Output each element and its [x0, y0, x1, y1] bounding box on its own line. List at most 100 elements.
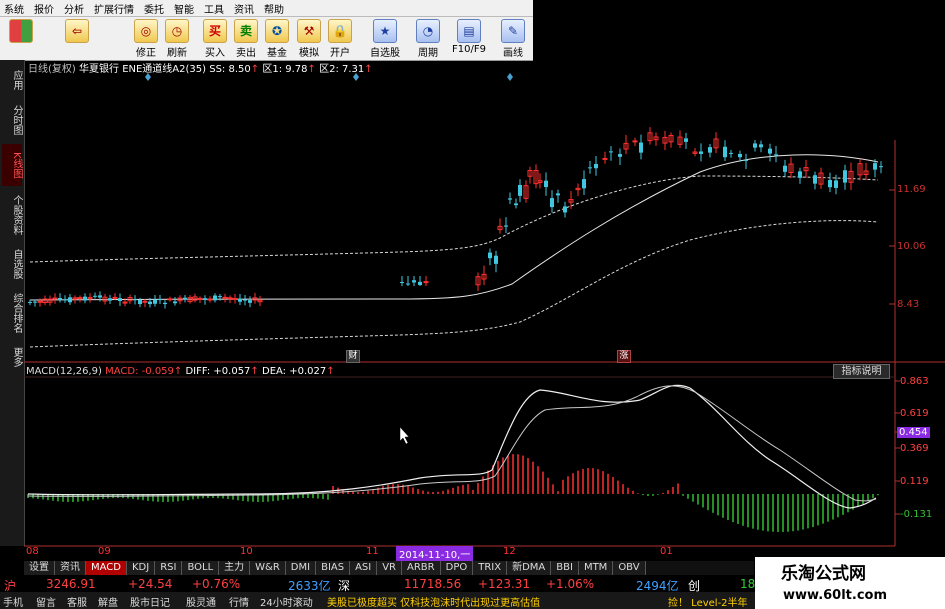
tab-bbi[interactable]: BBI	[551, 561, 579, 575]
tab-settings[interactable]: 设置	[24, 561, 55, 575]
macd-value: MACD: -0.059	[105, 366, 174, 377]
candle-body	[173, 301, 177, 304]
candle-body	[238, 298, 242, 302]
chart-grid	[24, 73, 945, 547]
candle-body	[556, 193, 560, 196]
news-ticker[interactable]: 美股已极度超买 仅科技泡沫时代出现过更高估值	[327, 594, 540, 609]
candle-body	[183, 297, 187, 300]
tab-wr[interactable]: W&R	[250, 561, 286, 575]
candle-body	[412, 280, 416, 283]
candle-body	[602, 157, 608, 160]
candle-body	[699, 151, 703, 154]
candle-body	[494, 255, 498, 264]
candle-body	[834, 180, 838, 188]
tab-news[interactable]: 资讯	[55, 561, 86, 575]
tab-arbr[interactable]: ARBR	[402, 561, 441, 575]
ene-upper-line	[29, 175, 879, 263]
tab-dpo[interactable]: DPO	[440, 561, 474, 575]
tab-new-dma[interactable]: 新DMA	[507, 561, 552, 575]
macd-axis-label: 0.119	[900, 476, 929, 487]
footer-quotes[interactable]: 行情	[229, 594, 249, 609]
candle-body	[759, 144, 763, 148]
indicator-help-button[interactable]: 指标说明	[833, 364, 890, 379]
candle-body	[28, 301, 32, 303]
sh-change: +24.54	[128, 577, 173, 591]
candle-body	[744, 159, 748, 161]
period-label[interactable]: 日线(复权)	[28, 64, 76, 75]
tab-macd[interactable]: MACD	[86, 561, 127, 575]
candle-body	[798, 171, 802, 178]
news-ticker-right[interactable]: 捡！ Level-2半年	[668, 594, 748, 609]
candle-body	[207, 298, 213, 301]
candle-body	[197, 297, 203, 300]
candle-body	[148, 301, 152, 305]
tab-vr[interactable]: VR	[377, 561, 403, 575]
indicator-tabs: 设置 资讯 MACD KDJ RSI BOLL 主力 W&R DMI BIAS …	[24, 561, 754, 575]
price-axis-label: 8.43	[897, 299, 920, 310]
macd-axis-label: 0.369	[900, 443, 929, 454]
candle-body	[582, 179, 586, 189]
candle-body	[112, 296, 118, 299]
footer-stock-link[interactable]: 股灵通	[186, 594, 216, 609]
candle-body	[418, 281, 422, 285]
candle-body	[108, 298, 112, 301]
kline-chart	[24, 73, 945, 547]
candle-body	[504, 225, 508, 227]
candle-body	[774, 154, 778, 156]
tab-boll[interactable]: BOLL	[182, 561, 220, 575]
tab-dmi[interactable]: DMI	[285, 561, 317, 575]
tab-kdj[interactable]: KDJ	[126, 561, 156, 575]
tab-obv[interactable]: OBV	[613, 561, 646, 575]
candle-body	[514, 203, 518, 206]
footer-mobile[interactable]: 手机	[3, 594, 23, 609]
footer-diary[interactable]: 股市日记	[130, 594, 170, 609]
footer-message[interactable]: 留言	[36, 594, 56, 609]
candle-body	[783, 165, 787, 172]
chart-header: 日线(复权) 华夏银行 ENE通道线A2(35) SS: 8.50↑ 区1: 9…	[28, 64, 373, 75]
x-axis-label: 01	[660, 546, 673, 557]
stock-name: 华夏银行	[79, 64, 119, 75]
candle-body	[167, 298, 173, 301]
x-axis-label: 09	[98, 546, 111, 557]
candle-body	[588, 167, 592, 169]
candle-body	[33, 301, 37, 303]
tab-bias[interactable]: BIAS	[316, 561, 351, 575]
candle-body	[723, 146, 727, 158]
diff-line	[27, 384, 877, 509]
tab-main-force[interactable]: 主力	[219, 561, 251, 575]
sz-index: 11718.56	[404, 577, 462, 591]
dea-value: DEA: +0.027	[262, 366, 327, 377]
candle-body	[83, 296, 87, 301]
finance-event-marker[interactable]: 财	[346, 350, 360, 363]
ene-channel-lines	[29, 154, 879, 348]
limit-up-marker[interactable]: 涨	[617, 350, 631, 363]
candle-body	[232, 298, 238, 301]
candle-body	[684, 138, 688, 142]
candle-body	[708, 147, 712, 153]
tab-trix[interactable]: TRIX	[473, 561, 508, 575]
candle-body	[518, 184, 522, 196]
tab-mtm[interactable]: MTM	[578, 561, 614, 575]
candle-body	[508, 198, 512, 200]
tab-asi[interactable]: ASI	[350, 561, 378, 575]
candle-body	[753, 143, 757, 148]
candle-body	[248, 300, 252, 303]
x-axis-label: 10	[240, 546, 253, 557]
sz-percent: +1.06%	[546, 577, 595, 591]
candle-body	[158, 299, 162, 301]
x-axis-label: 12	[503, 546, 516, 557]
footer-commentary[interactable]: 解盘	[98, 594, 118, 609]
market-status-bar: 沪 3246.91 +24.54 +0.76% 2633亿 深 11718.56…	[0, 576, 755, 593]
footer-service[interactable]: 客服	[67, 594, 87, 609]
candle-body	[400, 282, 404, 284]
price-axis-label: 11.69	[897, 184, 926, 195]
macd-lines	[27, 384, 877, 509]
candle-body	[879, 166, 883, 168]
candle-body	[213, 295, 217, 301]
footer-rolling-news[interactable]: 24小时滚动	[260, 594, 313, 609]
candle-body	[550, 198, 554, 208]
candle-body	[98, 295, 102, 298]
diff-value: DIFF: +0.057	[185, 366, 251, 377]
candle-body	[828, 180, 832, 188]
tab-rsi[interactable]: RSI	[155, 561, 183, 575]
